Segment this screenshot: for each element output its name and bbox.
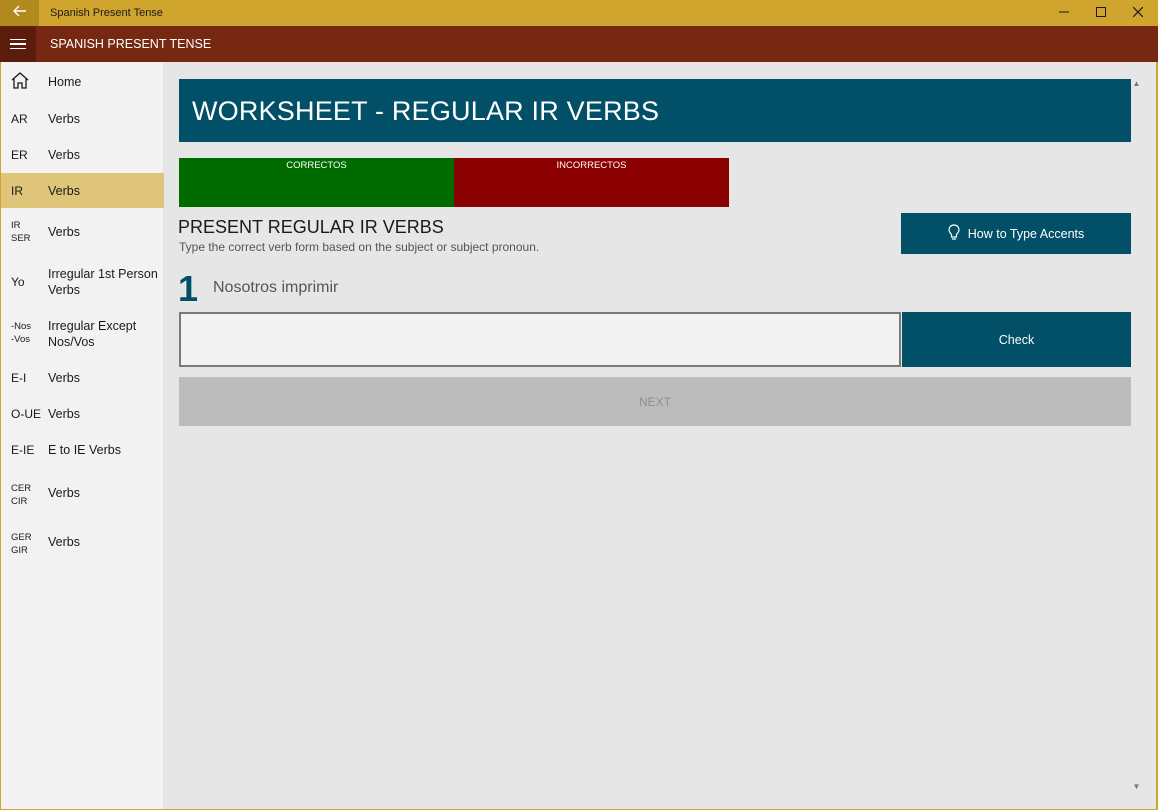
sidebar-item-label: Verbs — [48, 184, 80, 198]
next-button[interactable]: NEXT — [179, 377, 1131, 426]
lightbulb-icon — [948, 223, 960, 244]
check-button-label: Check — [998, 332, 1035, 347]
question-prompt: Nosotros imprimir — [213, 279, 339, 296]
sidebar-item-abbr: CER CIR — [11, 483, 32, 507]
sidebar-item-abbr: ER — [11, 148, 28, 162]
back-arrow-icon — [12, 4, 27, 22]
answer-input[interactable] — [179, 312, 901, 367]
hamburger-menu-button[interactable] — [0, 26, 36, 62]
sidebar-item-o-ue-verbs[interactable]: O-UE Verbs — [1, 396, 164, 432]
incorrect-label: INCORRECTOS — [556, 160, 627, 171]
sidebar-item-ir-verbs[interactable]: IR Verbs — [1, 173, 164, 208]
sidebar-item-abbr: O-UE — [11, 407, 41, 421]
next-button-label: NEXT — [638, 394, 671, 409]
scroll-down-arrow-icon[interactable]: ▼ — [1131, 782, 1142, 792]
incorrect-score-bar: INCORRECTOS — [454, 158, 729, 207]
sidebar-item-abbr: E-IE — [11, 443, 35, 457]
minimize-button[interactable] — [1045, 0, 1083, 26]
scroll-up-arrow-icon[interactable]: ▲ — [1131, 79, 1142, 89]
sidebar-item-abbr: IR SER — [11, 220, 31, 244]
app-title: SPANISH PRESENT TENSE — [50, 37, 212, 51]
section-title: PRESENT REGULAR IR VERBS — [178, 217, 444, 237]
page-title: WORKSHEET - REGULAR IR VERBS — [192, 96, 660, 126]
question-number: 1 — [178, 268, 199, 309]
sidebar-item-label: Verbs — [48, 407, 80, 421]
sidebar-item-cer-cir-verbs[interactable]: CER CIR Verbs — [1, 468, 164, 517]
sidebar-item-label: Verbs — [48, 535, 80, 549]
app-bar: SPANISH PRESENT TENSE — [0, 26, 1158, 62]
correct-label: CORRECTOS — [286, 160, 347, 171]
sidebar-item-abbr: AR — [11, 112, 28, 126]
sidebar-item-label: Verbs — [48, 225, 80, 239]
sidebar-item-abbr: IR — [11, 184, 23, 198]
sidebar-item-ger-gir-verbs[interactable]: GER GIR Verbs — [1, 517, 164, 566]
sidebar-item-abbr: -Nos -Vos — [11, 321, 32, 345]
back-button[interactable] — [0, 0, 39, 26]
window-title: Spanish Present Tense — [50, 7, 163, 19]
sidebar-item-ar-verbs[interactable]: AR Verbs — [1, 101, 164, 137]
close-button[interactable] — [1119, 0, 1157, 26]
section-subtitle: Type the correct verb form based on the … — [179, 240, 540, 254]
sidebar-item-label: Verbs — [48, 112, 80, 126]
correct-score-bar: CORRECTOS — [179, 158, 454, 207]
sidebar-item-label: Verbs — [48, 371, 80, 385]
sidebar-item-er-verbs[interactable]: ER Verbs — [1, 137, 164, 173]
sidebar-item-label: Irregular Except Nos/Vos — [48, 319, 137, 349]
sidebar-item-label: Irregular 1st Person Verbs — [48, 267, 158, 297]
window-titlebar: Spanish Present Tense — [0, 0, 1158, 26]
sidebar-item-label: E to IE Verbs — [48, 443, 121, 457]
how-to-type-accents-button[interactable]: How to Type Accents — [901, 213, 1131, 254]
sidebar-item-yo-verbs[interactable]: Yo Irregular 1st Person Verbs — [1, 256, 164, 308]
accent-button-label: How to Type Accents — [967, 226, 1085, 241]
worksheet-header: WORKSHEET - REGULAR IR VERBS — [179, 79, 1131, 142]
sidebar-item-abbr: Yo — [11, 275, 25, 289]
sidebar-item-abbr: E-I — [11, 371, 27, 385]
close-icon — [1132, 4, 1144, 22]
sidebar-item-label: Verbs — [48, 486, 80, 500]
minimize-icon — [1059, 4, 1069, 22]
sidebar-nav: Home AR Verbs ER Verbs IR Verbs IR SER Ve… — [0, 62, 164, 810]
home-icon — [11, 72, 29, 94]
sidebar-item-e-ie-verbs[interactable]: E-IE E to IE Verbs — [1, 432, 164, 468]
sidebar-item-label: Home — [48, 75, 82, 89]
sidebar-item-nos-vos-verbs[interactable]: -Nos -Vos Irregular Except Nos/Vos — [1, 308, 164, 360]
maximize-icon — [1096, 4, 1106, 22]
check-button[interactable]: Check — [902, 312, 1131, 367]
maximize-button[interactable] — [1082, 0, 1120, 26]
sidebar-item-e-i-verbs[interactable]: E-I Verbs — [1, 360, 164, 396]
sidebar-item-ir-ser-verbs[interactable]: IR SER Verbs — [1, 208, 164, 256]
sidebar-item-home[interactable]: Home — [1, 62, 164, 100]
sidebar-item-abbr: GER GIR — [11, 532, 32, 556]
sidebar-item-label: Verbs — [48, 148, 80, 162]
